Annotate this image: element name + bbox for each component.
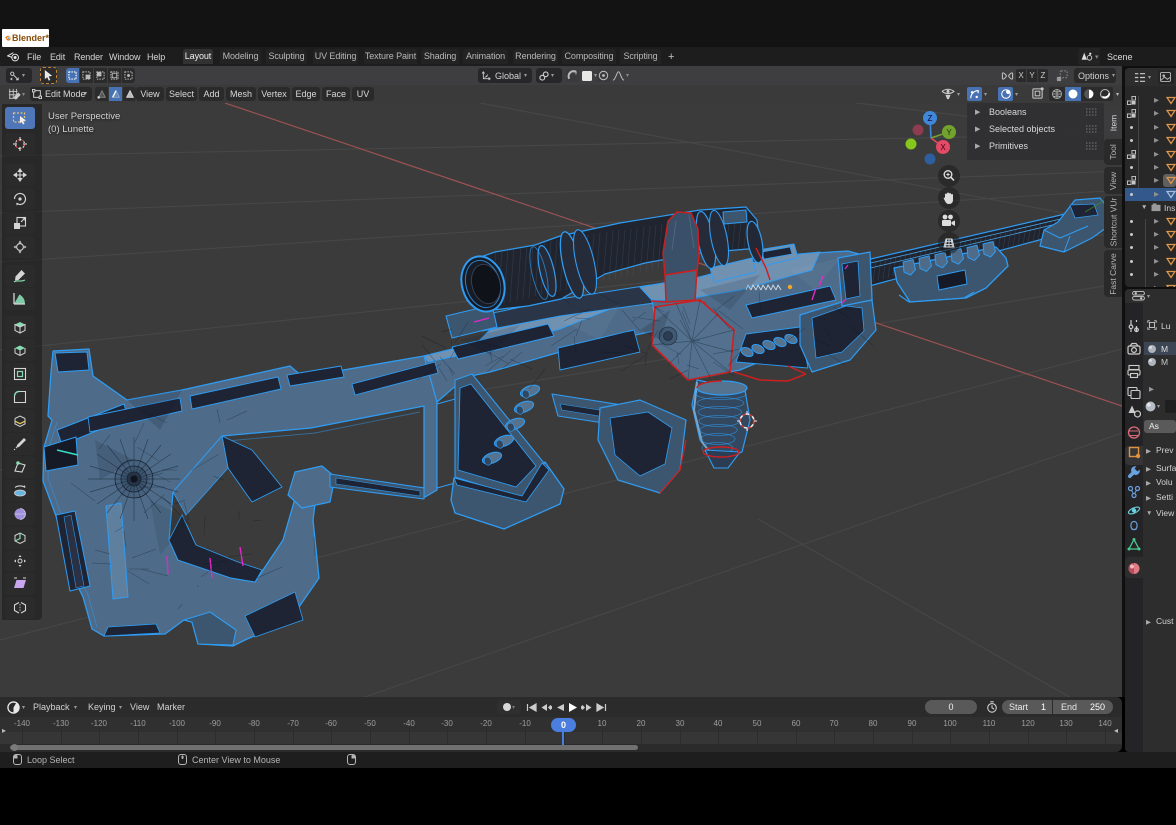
svg-text:Z: Z	[928, 114, 933, 123]
svg-text:Y: Y	[946, 128, 952, 137]
svg-text:X: X	[940, 143, 946, 152]
